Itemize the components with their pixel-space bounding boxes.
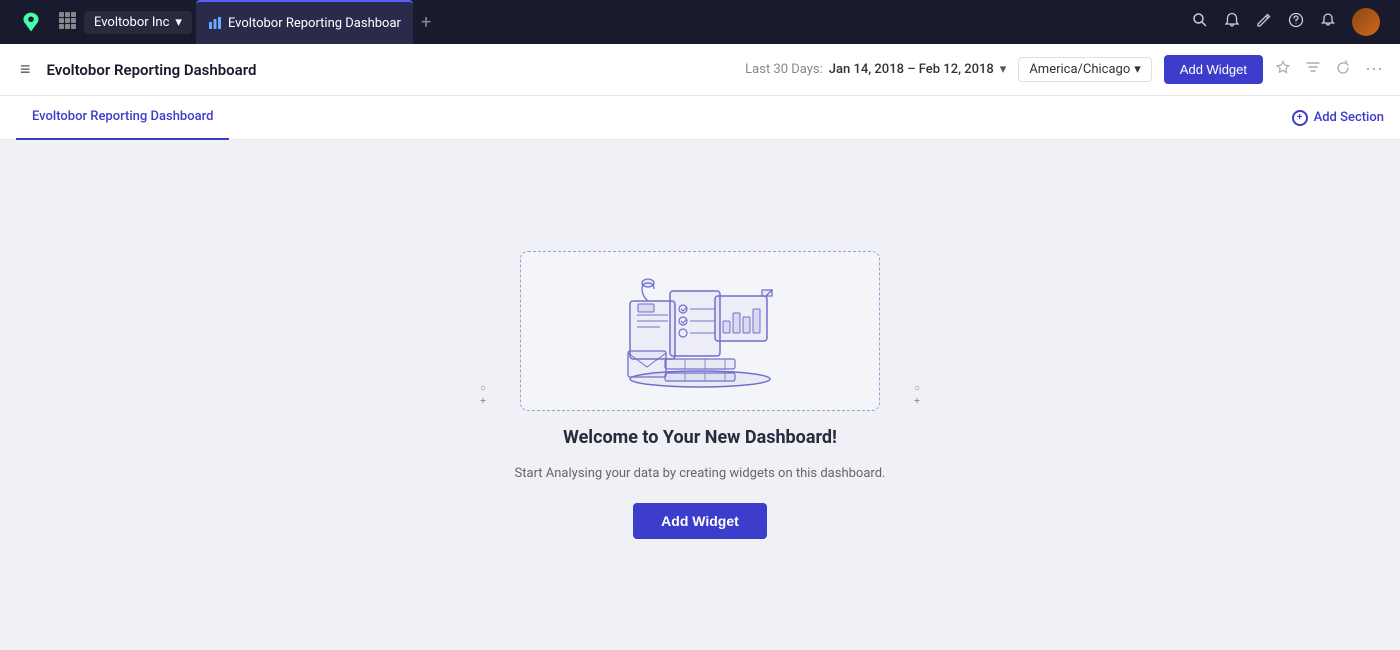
welcome-title: Welcome to Your New Dashboard! <box>563 427 837 448</box>
date-range-picker[interactable]: Last 30 Days: Jan 14, 2018 – Feb 12, 201… <box>745 62 1006 77</box>
add-section-icon: + <box>1292 110 1308 126</box>
add-widget-button-top[interactable]: Add Widget <box>1164 55 1263 84</box>
right-resize-handle[interactable]: ○ + <box>914 383 920 407</box>
add-section-label: Add Section <box>1314 110 1384 125</box>
left-resize-handle[interactable]: ○ + <box>480 383 486 407</box>
timezone-value: America/Chicago <box>1029 62 1130 77</box>
date-range-value: Jan 14, 2018 – Feb 12, 2018 <box>829 62 994 77</box>
sidebar-toggle-icon[interactable]: ≡ <box>16 55 35 84</box>
empty-state: Welcome to Your New Dashboard! Start Ana… <box>515 251 886 540</box>
notifications-icon[interactable] <box>1224 12 1240 32</box>
timezone-selector[interactable]: America/Chicago ▾ <box>1018 57 1151 82</box>
illustration-svg <box>570 261 830 401</box>
star-icon[interactable] <box>1275 60 1291 80</box>
page-title: Evoltobor Reporting Dashboard <box>47 61 734 79</box>
date-range-chevron-icon: ▾ <box>1000 62 1007 77</box>
logo[interactable] <box>12 11 50 33</box>
more-options-icon[interactable]: ⋯ <box>1365 59 1384 80</box>
refresh-icon[interactable] <box>1335 60 1351 80</box>
help-icon[interactable] <box>1288 12 1304 32</box>
bell-icon[interactable] <box>1320 12 1336 32</box>
toolbar-icons: ⋯ <box>1275 59 1384 80</box>
timezone-chevron-icon: ▾ <box>1134 62 1141 77</box>
dashboard-illustration <box>520 251 880 411</box>
top-nav-icons <box>1192 8 1388 36</box>
right-handle-plus: + <box>914 396 920 407</box>
add-section-button[interactable]: + Add Section <box>1292 110 1384 126</box>
left-handle-dot: ○ <box>480 383 486 394</box>
filter-icon[interactable] <box>1305 60 1321 80</box>
main-content: ○ + <box>0 140 1400 650</box>
new-tab-button[interactable]: + <box>413 12 439 33</box>
top-navigation: Evoltobor Inc ▾ Evoltobor Reporting Dash… <box>0 0 1400 44</box>
active-tab[interactable]: Evoltobor Reporting Dashboar <box>196 0 413 44</box>
left-handle-plus: + <box>480 396 486 407</box>
org-selector[interactable]: Evoltobor Inc ▾ <box>84 11 192 34</box>
tab-reporting-dashboard[interactable]: Evoltobor Reporting Dashboard <box>16 96 229 140</box>
right-handle-dot: ○ <box>914 383 920 394</box>
secondary-toolbar: ≡ Evoltobor Reporting Dashboard Last 30 … <box>0 44 1400 96</box>
apps-grid-icon[interactable] <box>50 11 84 33</box>
dashboard-tab-icon <box>208 16 222 30</box>
org-chevron-icon: ▾ <box>175 15 182 30</box>
tab-name: Evoltobor Reporting Dashboard <box>32 109 213 124</box>
user-avatar[interactable] <box>1352 8 1380 36</box>
welcome-subtitle: Start Analysing your data by creating wi… <box>515 464 886 484</box>
date-range-label: Last 30 Days: <box>745 62 823 77</box>
tab-label: Evoltobor Reporting Dashboar <box>228 16 401 31</box>
add-widget-button-center[interactable]: Add Widget <box>633 503 767 539</box>
search-icon[interactable] <box>1192 12 1208 32</box>
edit-icon[interactable] <box>1256 12 1272 32</box>
org-name: Evoltobor Inc <box>94 15 169 30</box>
tabs-bar: Evoltobor Reporting Dashboard + Add Sect… <box>0 96 1400 140</box>
